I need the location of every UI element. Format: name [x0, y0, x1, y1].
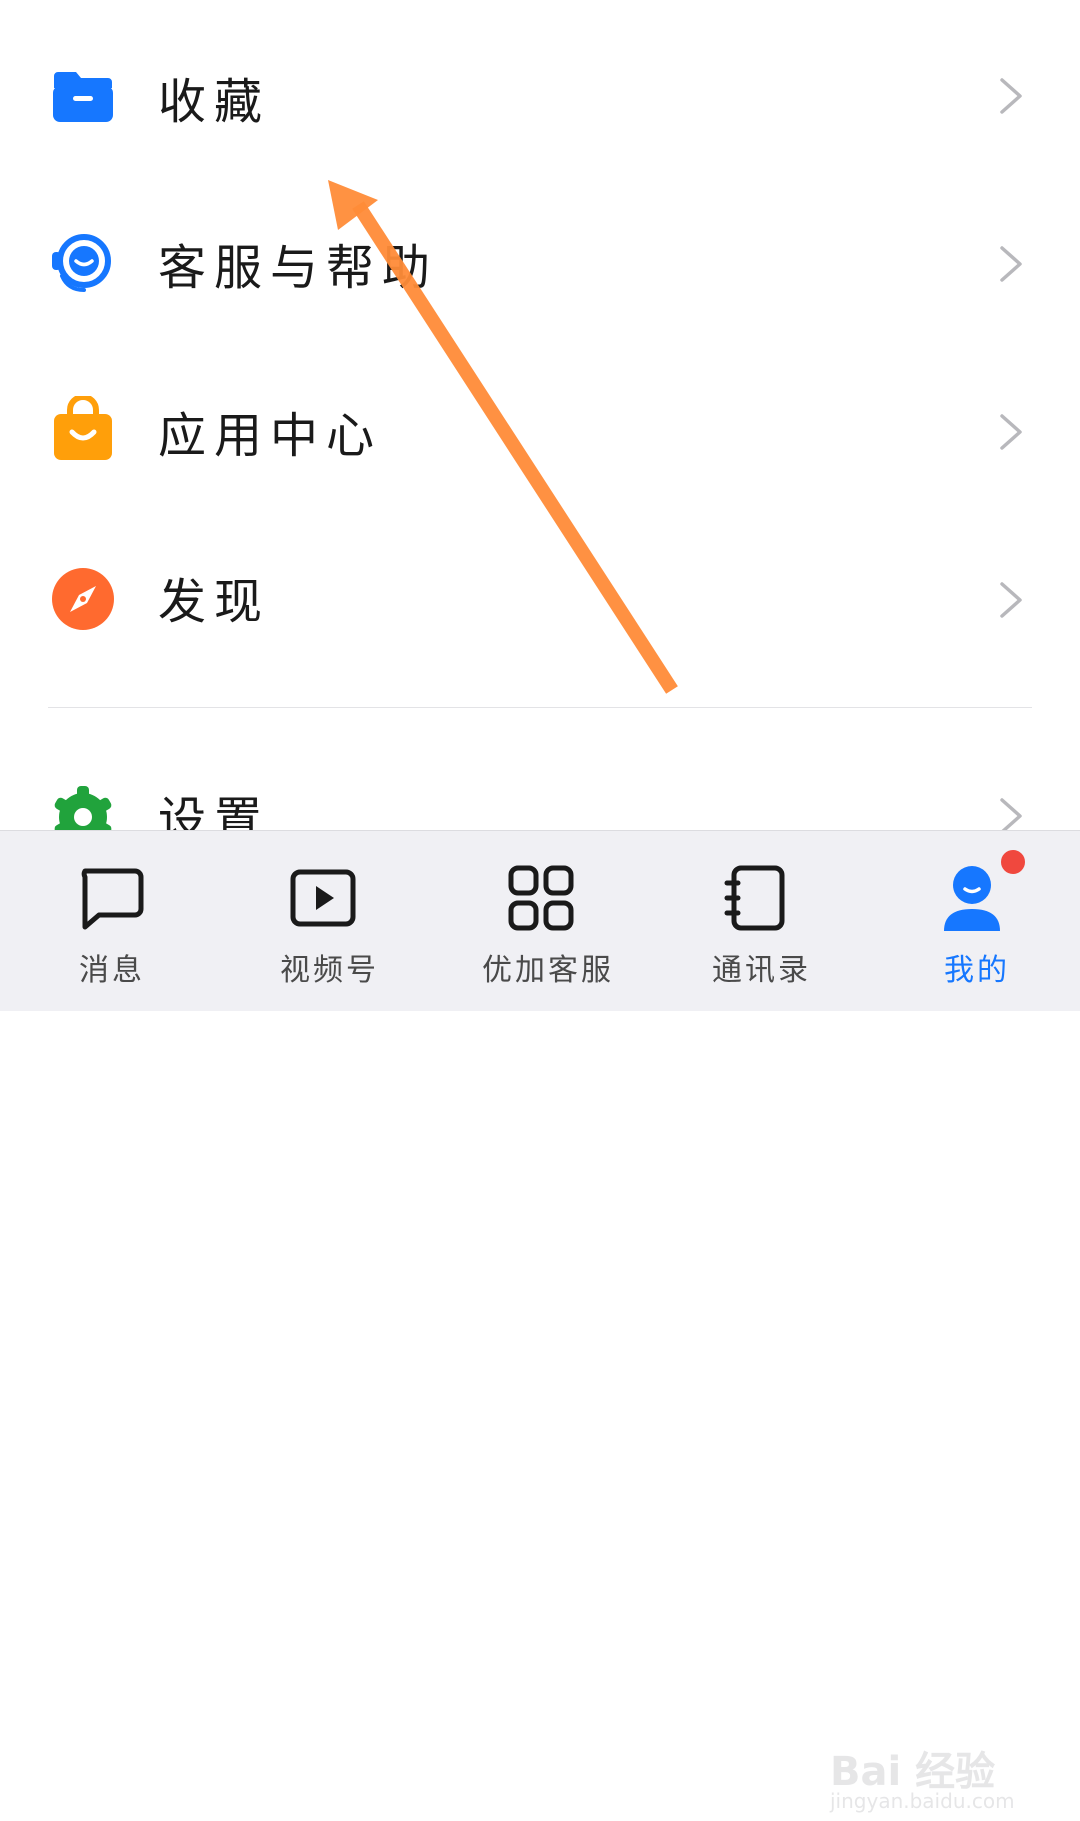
shopping-bag-icon: [50, 396, 116, 462]
menu-item-discover[interactable]: 发现: [0, 542, 1080, 662]
tab-label: 通讯录: [712, 953, 811, 988]
chat-bubble-icon: [81, 868, 144, 930]
bottom-tab-bar: 消息 视频号 优加客服 通讯录 我的 Bai 经验 jingyan.baidu.…: [0, 830, 1080, 1813]
menu-item-favorites[interactable]: 收藏: [0, 40, 1080, 160]
chevron-right-icon: [1000, 582, 1022, 618]
tab-apps[interactable]: 优加客服: [478, 831, 611, 1011]
video-play-icon: [290, 869, 356, 927]
notification-badge: [998, 847, 1028, 877]
chevron-right-icon: [1000, 414, 1022, 450]
menu-item-app-center[interactable]: 应用中心: [0, 374, 1080, 494]
menu-item-label: 应用中心: [158, 408, 383, 464]
watermark-brand: Bai 经验: [830, 1749, 996, 1795]
tab-messages[interactable]: 消息: [55, 831, 165, 1011]
tab-label: 视频号: [280, 953, 379, 988]
contacts-book-icon: [724, 865, 785, 931]
menu-item-label: 客服与帮助: [158, 240, 439, 296]
tab-channels[interactable]: 视频号: [268, 831, 378, 1011]
tab-label: 优加客服: [482, 953, 614, 988]
user-profile-icon: [944, 866, 1000, 931]
tab-contacts[interactable]: 通讯录: [706, 831, 816, 1011]
watermark-site: jingyan.baidu.com: [830, 1789, 1015, 1813]
section-divider: [48, 707, 1032, 708]
menu-item-support[interactable]: 客服与帮助: [0, 206, 1080, 326]
apps-grid-icon: [508, 865, 574, 931]
headset-icon: [50, 230, 116, 296]
tab-label: 消息: [79, 953, 145, 988]
tab-profile[interactable]: 我的: [920, 831, 1030, 1011]
menu-item-label: 收藏: [158, 74, 271, 130]
chevron-right-icon: [1000, 246, 1022, 282]
compass-icon: [50, 566, 116, 632]
folder-icon: [50, 62, 116, 128]
chevron-right-icon: [1000, 78, 1022, 114]
tab-label: 我的: [944, 953, 1010, 988]
menu-item-label: 发现: [158, 574, 271, 630]
watermark: Bai 经验 jingyan.baidu.com: [830, 1721, 1040, 1821]
